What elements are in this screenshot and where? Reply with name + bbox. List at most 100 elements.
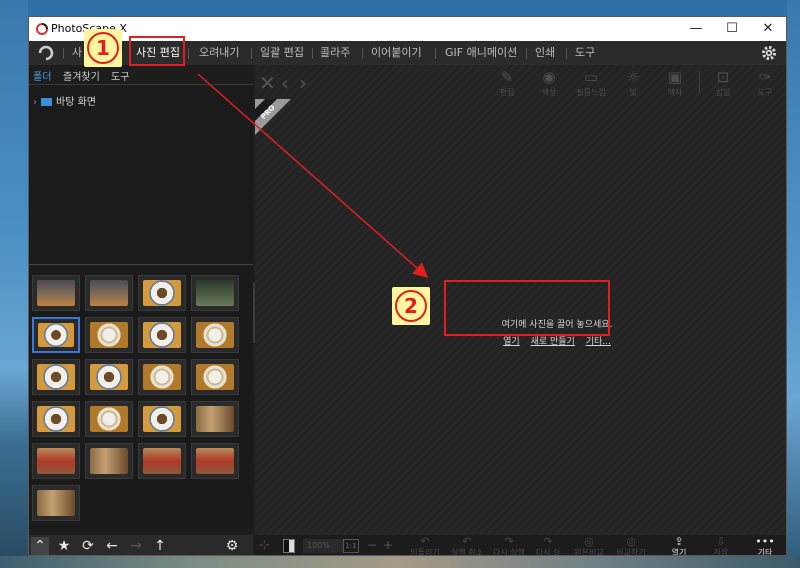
zoom-out-button[interactable]: − [367, 538, 377, 552]
frame-icon: ▣ [667, 68, 683, 86]
menu-item-tools[interactable]: 도구 [575, 44, 595, 62]
tool-tools[interactable]: ✑ 도구 [749, 67, 781, 97]
thumbnail-selected[interactable] [32, 317, 80, 353]
home-logo-icon[interactable] [37, 44, 55, 62]
insert-icon: ⊡ [716, 68, 730, 86]
editor-footer: ⊹ 100% 1:1 − + ↶ 되돌리기 ↶ 실행 취소 ↷ 다시 실행 ↷ 다시 실… [255, 535, 786, 555]
highlight-box-drop-zone [444, 280, 610, 336]
tool-film[interactable]: ▭ 필름느낌 [575, 67, 607, 97]
original-compare-button[interactable]: ◎ 원본비교 [571, 535, 607, 555]
tree-item-label: 바탕 화면 [56, 97, 96, 108]
thumbnail[interactable] [32, 275, 80, 311]
thumbnail[interactable] [191, 317, 239, 353]
chevron-right-icon[interactable]: › [299, 71, 307, 95]
menu-separator [435, 48, 436, 59]
tool-edit[interactable]: ✎ 편집 [491, 67, 523, 97]
compare-button[interactable]: ◎ 비교하기 [613, 536, 649, 555]
tab-tools[interactable]: 도구 [111, 68, 129, 83]
tool-insert[interactable]: ⊡ 삽입 [707, 67, 739, 97]
tool-color[interactable]: ◉ 색상 [533, 67, 565, 97]
save-button[interactable]: ⇩ 저장 [705, 536, 737, 555]
thumbnail[interactable] [138, 317, 186, 353]
thumbnail[interactable] [85, 317, 133, 353]
thumbnail[interactable] [138, 401, 186, 437]
light-icon: ☼ [626, 68, 640, 86]
menu-item-collage[interactable]: 콜라주 [320, 44, 350, 62]
menu-separator [188, 48, 189, 59]
step-marker-2: 2 [392, 287, 430, 325]
thumbnail[interactable] [32, 359, 80, 395]
zoom-in-button[interactable]: + [383, 538, 393, 552]
zoom-actual-size-button[interactable]: 1:1 [343, 539, 359, 553]
expand-arrow-icon[interactable]: › [33, 97, 37, 108]
menu-item-cut-out[interactable]: 오려내기 [199, 44, 239, 62]
close-button[interactable]: ✕ [750, 17, 786, 41]
folder-tree: › 바탕 화면 [29, 87, 253, 265]
tool-frame[interactable]: ▣ 액자 [659, 67, 691, 97]
thumbnail[interactable] [85, 275, 133, 311]
menu-separator [312, 48, 313, 59]
menu-item-print[interactable]: 인쇄 [535, 44, 555, 62]
compare-icon: ◎ [584, 535, 594, 548]
undo-button[interactable]: ↶ 실행 취소 [449, 535, 485, 555]
tool-light[interactable]: ☼ 빛 [617, 67, 649, 97]
thumbnail[interactable] [32, 401, 80, 437]
menu-item-batch-edit[interactable]: 일괄 편집 [260, 44, 304, 62]
menu-item-gif-animation[interactable]: GIF 애니메이션 [445, 44, 517, 62]
gear-icon[interactable]: ⚙ [223, 537, 241, 555]
menu-item-combine[interactable]: 이어붙이기 [371, 44, 422, 62]
more-button[interactable]: ••• 기타 [749, 535, 781, 555]
minimize-button[interactable]: — [678, 17, 714, 41]
thumbnail-grid [29, 267, 253, 529]
settings-gear-icon[interactable] [760, 44, 778, 62]
thumbnail[interactable] [32, 485, 80, 521]
thumbnail[interactable] [138, 359, 186, 395]
thumbnail[interactable] [85, 359, 133, 395]
thumbnail[interactable] [191, 401, 239, 437]
thumbnail[interactable] [85, 443, 133, 479]
more-icon: ••• [755, 535, 775, 548]
tab-folder[interactable]: 폴더 [33, 68, 51, 83]
thumbnail[interactable] [191, 275, 239, 311]
up-arrow-icon[interactable]: ↑ [151, 537, 169, 555]
photoscape-logo-icon [36, 23, 48, 35]
edit-icon: ✎ [500, 68, 514, 86]
desktop-background-bottom [0, 556, 800, 568]
thumbnail[interactable] [85, 401, 133, 437]
collapse-up-icon[interactable]: ⌃ [31, 537, 49, 555]
folder-icon [41, 98, 52, 106]
chevron-left-icon[interactable]: ‹ [281, 71, 289, 95]
thumbnail[interactable] [138, 443, 186, 479]
toolbar-separator [699, 71, 700, 93]
star-icon[interactable]: ★ [55, 537, 73, 555]
menu-separator [362, 48, 363, 59]
open-link[interactable]: 열기 [503, 337, 520, 347]
thumbnail[interactable] [138, 275, 186, 311]
forward-arrow-icon[interactable]: → [127, 537, 145, 555]
thumbnail[interactable] [32, 443, 80, 479]
tree-item-desktop[interactable]: › 바탕 화면 [33, 93, 96, 108]
pro-badge[interactable]: PRO [255, 99, 291, 135]
back-arrow-icon[interactable]: ← [103, 537, 121, 555]
tab-favorites[interactable]: 즐겨찾기 [63, 68, 100, 83]
menu-separator [251, 48, 252, 59]
new-link[interactable]: 새로 만들기 [531, 337, 575, 347]
desktop-background-right [787, 0, 800, 568]
undo-icon: ↶ [462, 535, 472, 548]
editor-toolbar: ✕ ‹ › ✎편집 ◉색상 ▭필름느낌 ☼빛 ▣액자 ⊡삽입 ✑도 [255, 65, 786, 99]
color-icon: ◉ [542, 68, 556, 86]
compare-split-icon[interactable] [283, 539, 295, 553]
redo-button[interactable]: ↷ 다시 실행 [491, 536, 527, 555]
more-link[interactable]: 기타... [586, 337, 611, 347]
menu-item-viewer[interactable]: 사 [72, 44, 82, 62]
refresh-icon[interactable]: ⟳ [79, 537, 97, 555]
thumbnail[interactable] [191, 443, 239, 479]
zoom-field[interactable]: 100% [303, 539, 343, 553]
maximize-button[interactable]: ☐ [714, 17, 750, 41]
crop-grid-icon[interactable]: ⊹ [259, 538, 270, 553]
close-icon[interactable]: ✕ [259, 71, 276, 95]
open-button[interactable]: ⇪ 열기 [663, 536, 695, 555]
thumbnail[interactable] [191, 359, 239, 395]
undo-all-button[interactable]: ↶ 되돌리기 [407, 536, 443, 555]
redo-all-button[interactable]: ↷ 다시 실 [531, 536, 565, 555]
